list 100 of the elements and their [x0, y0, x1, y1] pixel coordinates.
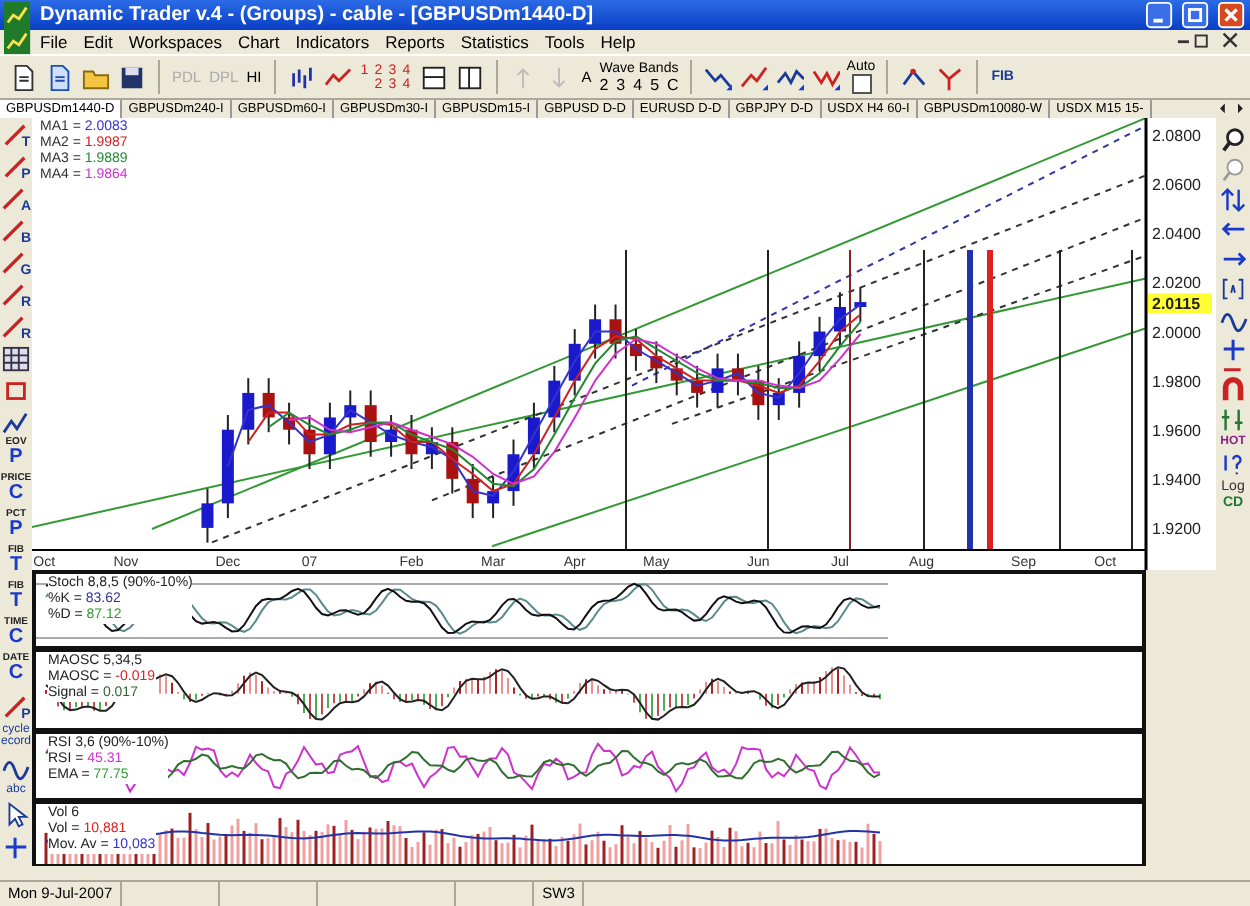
vertical-arrows-icon [1219, 186, 1247, 214]
grid-icon [2, 346, 30, 374]
candle [221, 414, 234, 520]
candle [487, 475, 500, 520]
axis-label: 1.9600 [1152, 421, 1201, 440]
new-document-icon [10, 63, 38, 91]
zoom-out-icon [1219, 156, 1247, 184]
tool-button[interactable] [2, 342, 30, 374]
rectangle-icon [2, 378, 30, 406]
minimize-icon [1146, 1, 1174, 29]
menu-item[interactable]: Edit [75, 32, 121, 52]
wave-band-button[interactable]: 3 [614, 75, 628, 93]
document-icon [46, 63, 74, 91]
pattern-button[interactable] [933, 63, 966, 91]
help-icon [1219, 449, 1247, 478]
pattern-button[interactable] [774, 63, 807, 91]
magnet-icon [1219, 375, 1247, 404]
candle [323, 401, 336, 470]
fork-icon [935, 63, 964, 91]
close-button[interactable] [1218, 1, 1246, 29]
wave-band-button[interactable]: C [665, 75, 681, 93]
wave-band-button[interactable]: 4 [631, 75, 645, 93]
zoom-icon [1219, 126, 1247, 154]
candle [466, 463, 479, 520]
line-chart-button[interactable] [321, 63, 354, 91]
plus-icon [2, 834, 30, 862]
pattern-button[interactable] [702, 63, 735, 91]
plus-icon [1219, 336, 1247, 364]
menu-item[interactable]: Workspaces [120, 32, 230, 52]
candle [568, 328, 581, 397]
fork-icon [899, 63, 928, 91]
current-price-label: 2.0115 [1148, 293, 1212, 314]
candle [731, 352, 744, 397]
panel-button[interactable] [417, 63, 450, 91]
line-icon [0, 218, 29, 246]
pattern-button[interactable] [897, 63, 930, 91]
axis-label: 2.0000 [1152, 323, 1201, 342]
split-panel-icon [419, 63, 448, 91]
line-icon [1, 122, 30, 150]
app-icon [4, 1, 32, 29]
candle [405, 414, 418, 470]
menu-item[interactable]: Statistics [452, 32, 537, 52]
zigzag-icon [740, 63, 769, 91]
candle [303, 414, 316, 470]
axis-label: 2.0400 [1152, 225, 1201, 244]
candle [609, 303, 622, 360]
zigzag-icon [776, 63, 805, 91]
axis-label: 1.9400 [1152, 470, 1201, 489]
zigzag-icon [704, 63, 733, 91]
minus-icon [1222, 366, 1244, 374]
axis-label: 1.9800 [1152, 372, 1201, 391]
line-icon [1, 694, 30, 722]
candle [344, 389, 357, 434]
bracket-icon [1219, 276, 1247, 304]
save-button[interactable] [116, 63, 148, 91]
candle [527, 401, 540, 470]
save-icon [118, 63, 146, 91]
candle [283, 401, 296, 446]
wave-band-button[interactable]: 5 [648, 75, 662, 93]
line-icon [0, 282, 29, 310]
candle [589, 303, 602, 360]
tool-button[interactable] [1219, 449, 1247, 478]
candle [854, 286, 867, 323]
panel-button[interactable] [453, 63, 486, 91]
candle [691, 364, 704, 409]
candle [385, 414, 398, 458]
menu-item[interactable]: Tools [536, 32, 593, 52]
candle [650, 340, 663, 385]
maximize-button[interactable] [1182, 1, 1210, 29]
line-icon [0, 314, 29, 342]
wave-band-button[interactable]: 2 [597, 75, 611, 93]
tool-button[interactable] [1219, 186, 1247, 214]
maximize-icon [1182, 1, 1210, 29]
tool-button[interactable] [1219, 336, 1247, 364]
line-icon [1, 154, 30, 182]
menu-item[interactable]: Help [592, 32, 644, 52]
minimize-icon [1175, 38, 1190, 46]
candle [446, 426, 459, 495]
split-panel-icon [455, 63, 484, 91]
bar-chart-icon [287, 63, 316, 91]
candle [364, 389, 377, 458]
axis-label: 1.9200 [1152, 519, 1201, 538]
menu-item[interactable]: Reports [377, 32, 453, 52]
candle [548, 364, 561, 434]
candle [793, 340, 806, 409]
candle [242, 377, 255, 446]
minimize-button[interactable] [1175, 38, 1190, 46]
menu-item[interactable]: Indicators [287, 32, 378, 52]
tool-button[interactable] [1219, 126, 1247, 154]
axis-label: 2.0800 [1152, 127, 1201, 146]
auto-checkbox[interactable] [851, 74, 871, 94]
pattern-button[interactable] [738, 63, 771, 91]
menu-item[interactable]: File [32, 32, 76, 52]
bars-icon [1219, 405, 1247, 434]
candle [201, 487, 214, 544]
line-chart-icon [323, 63, 352, 91]
tool-button[interactable] [1219, 276, 1247, 304]
menu-item[interactable]: Chart [229, 32, 288, 52]
app-icon [4, 28, 32, 56]
candle [262, 377, 275, 434]
